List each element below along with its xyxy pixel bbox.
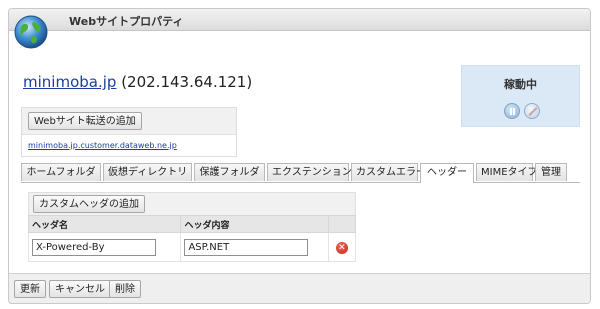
pause-icon[interactable] xyxy=(504,103,520,119)
add-forwarding-button[interactable]: Webサイト転送の追加 xyxy=(28,112,142,130)
update-button[interactable]: 更新 xyxy=(14,280,46,298)
status-panel: 稼動中 xyxy=(461,65,580,127)
tab-headers[interactable]: ヘッダー xyxy=(420,163,474,183)
forwarding-url-link[interactable]: minimoba.jp.customer.dataweb.ne.jp xyxy=(28,141,177,150)
tab-home-folder[interactable]: ホームフォルダ xyxy=(21,163,101,181)
tab-mime-types[interactable]: MIMEタイプ xyxy=(476,163,538,181)
headers-table: ヘッダ名 ヘッダ内容 ✕ xyxy=(27,215,357,262)
table-row: ✕ xyxy=(27,232,357,262)
title-bar: Webサイトプロパティ xyxy=(9,9,590,31)
window-title: Webサイトプロパティ xyxy=(69,15,184,28)
header-value-input[interactable] xyxy=(184,238,309,256)
footer-bar: 更新 キャンセル 削除 xyxy=(9,273,590,303)
globe-icon xyxy=(14,15,48,49)
tab-extensions[interactable]: エクステンション xyxy=(267,163,352,181)
site-title: minimoba.jp (202.143.64.121) xyxy=(23,73,252,91)
site-domain-link[interactable]: minimoba.jp xyxy=(23,73,116,91)
status-label: 稼動中 xyxy=(504,78,537,91)
stop-icon[interactable] xyxy=(524,103,540,119)
cancel-button[interactable]: キャンセル xyxy=(49,280,111,298)
tab-admin[interactable]: 管理 xyxy=(535,163,567,181)
properties-window: Webサイトプロパティ minimoba.jp (202.143.64.121)… xyxy=(8,8,591,304)
column-header-value: ヘッダ内容 xyxy=(180,215,329,233)
delete-row-icon[interactable]: ✕ xyxy=(335,242,348,254)
tab-virtual-directory[interactable]: 仮想ディレクトリ xyxy=(103,163,192,181)
tab-bar: ホームフォルダ 仮想ディレクトリ 保護フォルダ エクステンション カスタムエラー… xyxy=(21,163,580,183)
site-ip: (202.143.64.121) xyxy=(121,73,253,91)
tab-custom-error[interactable]: カスタムエラー xyxy=(351,163,426,181)
forwarding-panel: Webサイト転送の追加 minimoba.jp.customer.dataweb… xyxy=(21,107,237,157)
tab-protected-folder[interactable]: 保護フォルダ xyxy=(194,163,265,181)
delete-button[interactable]: 削除 xyxy=(109,280,141,298)
add-custom-header-button[interactable]: カスタムヘッダの追加 xyxy=(33,195,145,213)
header-name-input[interactable] xyxy=(32,238,156,256)
column-header-name: ヘッダ名 xyxy=(27,215,182,233)
headers-panel: カスタムヘッダの追加 ヘッダ名 ヘッダ内容 ✕ xyxy=(27,192,357,266)
